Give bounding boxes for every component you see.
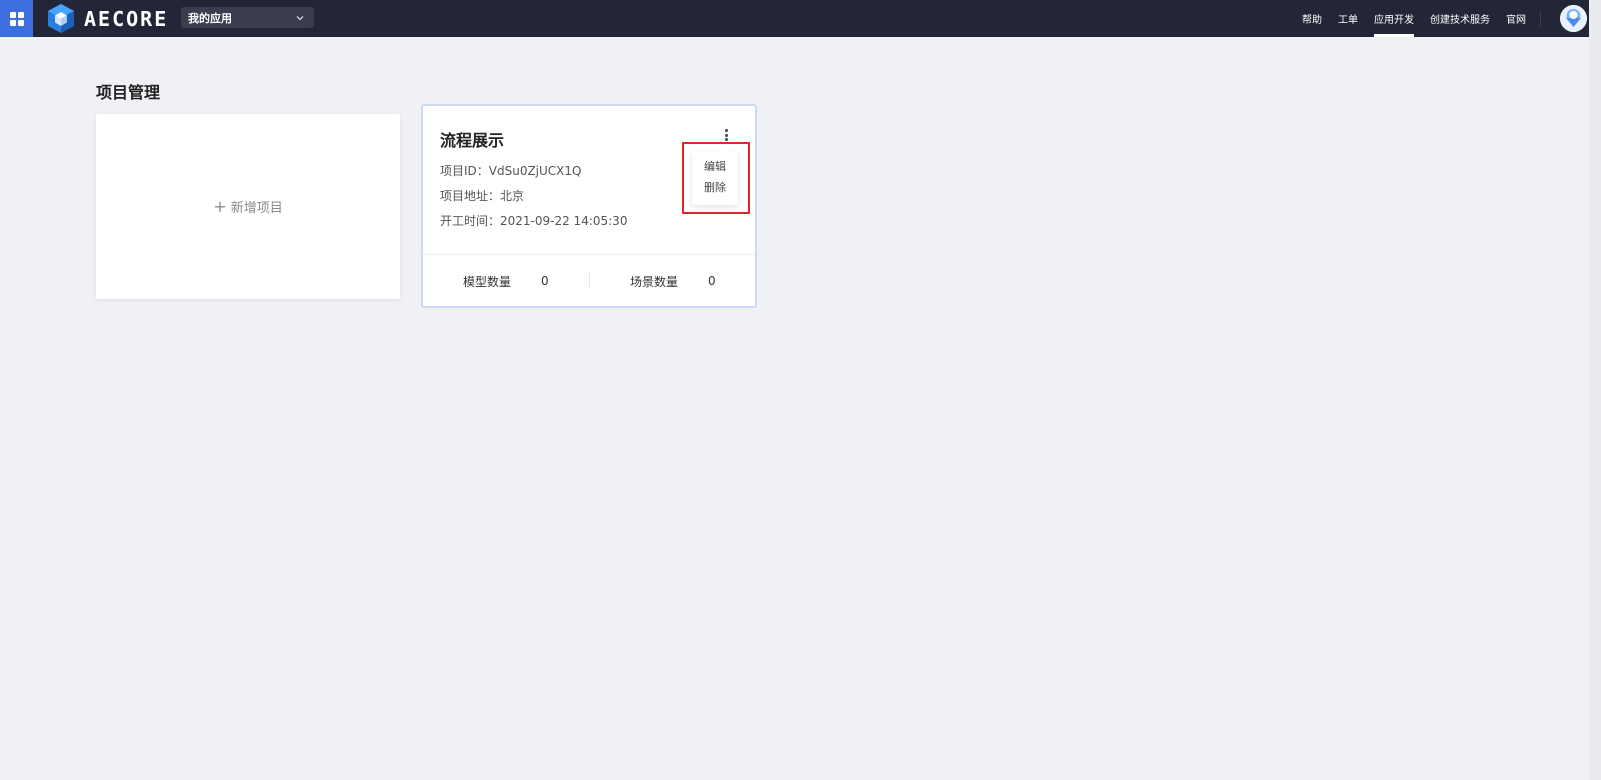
- nav-app-development[interactable]: 应用开发: [1374, 0, 1414, 37]
- logo-text: AECORE: [84, 6, 169, 31]
- page-title: 项目管理: [96, 83, 161, 102]
- menu-item-delete[interactable]: 删除: [692, 177, 738, 198]
- model-count-value: 0: [541, 274, 549, 288]
- model-count-label: 模型数量: [463, 274, 512, 289]
- chevron-down-icon: [296, 15, 304, 20]
- app-select-value: 我的应用: [188, 11, 232, 25]
- project-start-time: 开工时间：2021-09-22 14:05:30: [440, 214, 628, 228]
- nav-ticket[interactable]: 工单: [1338, 0, 1358, 37]
- nav-create-tech-service[interactable]: 创建技术服务: [1430, 0, 1490, 37]
- project-name: 流程展示: [440, 131, 505, 150]
- nav-help[interactable]: 帮助: [1302, 0, 1322, 37]
- cube-logo-icon: [48, 4, 74, 33]
- user-avatar-icon: [1560, 5, 1587, 32]
- scene-count-value: 0: [708, 274, 716, 288]
- nav-official-site[interactable]: 官网: [1506, 0, 1526, 37]
- more-vertical-icon[interactable]: [722, 127, 730, 143]
- new-project-card[interactable]: + 新增项目: [96, 114, 400, 299]
- scrollbar-track[interactable]: [1589, 0, 1601, 780]
- scene-count-label: 场景数量: [630, 274, 679, 289]
- project-card[interactable]: 流程展示 项目ID：VdSu0ZjUCX1Q 项目地址：北京 开工时间：2021…: [421, 104, 757, 308]
- scene-count-stat: 场景数量 0: [630, 255, 716, 307]
- top-bar: AECORE 我的应用 帮助 工单 应用开发 创建技术服务 官网: [0, 0, 1601, 37]
- logo[interactable]: AECORE: [46, 3, 168, 34]
- app-grid-button[interactable]: [0, 0, 33, 37]
- app-select-dropdown[interactable]: 我的应用: [181, 7, 314, 28]
- project-address: 项目地址：北京: [440, 189, 525, 203]
- avatar[interactable]: [1560, 5, 1587, 32]
- project-card-footer: 模型数量 0 场景数量 0: [423, 254, 755, 306]
- new-project-label: 新增项目: [230, 201, 283, 216]
- top-nav: 帮助 工单 应用开发 创建技术服务 官网: [1286, 0, 1526, 37]
- footer-divider: [589, 273, 590, 289]
- model-count-stat: 模型数量 0: [463, 255, 549, 307]
- project-actions-menu: 编辑 删除: [692, 146, 738, 205]
- grid-icon: [9, 11, 24, 26]
- nav-divider: [1540, 10, 1541, 27]
- project-id: 项目ID：VdSu0ZjUCX1Q: [440, 164, 582, 178]
- menu-item-edit[interactable]: 编辑: [692, 156, 738, 177]
- plus-icon: +: [213, 196, 227, 216]
